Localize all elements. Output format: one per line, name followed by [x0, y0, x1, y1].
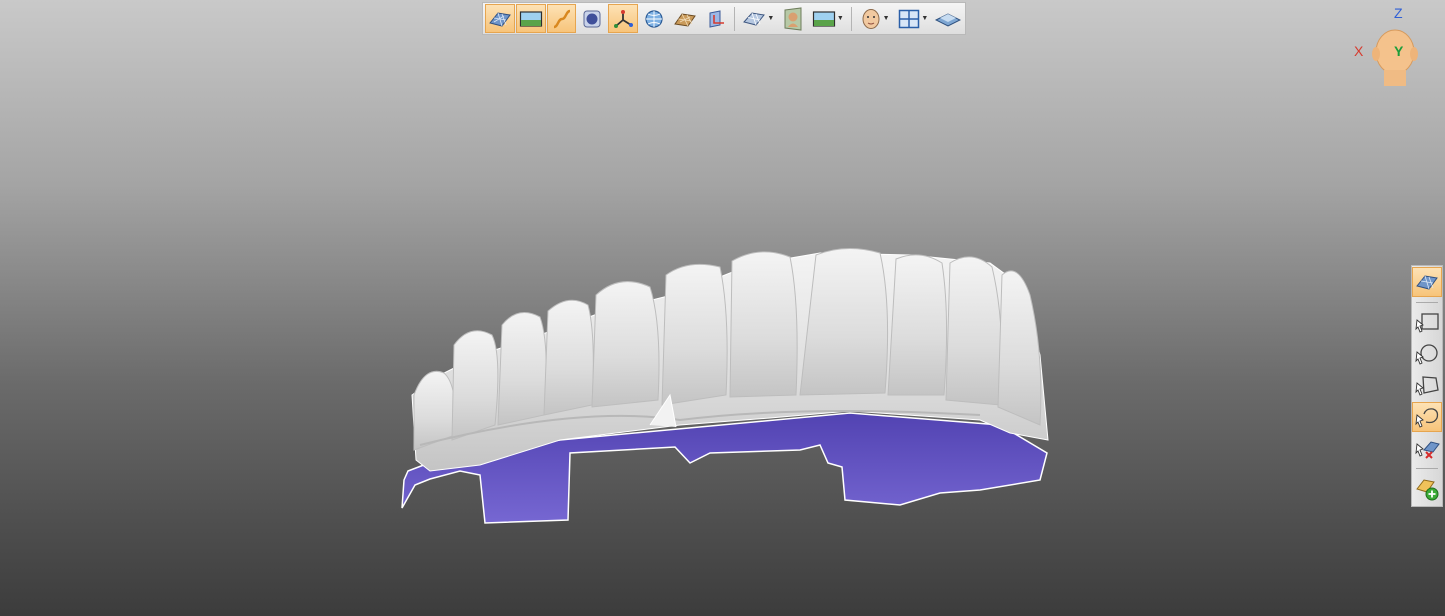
toolbar-separator: [1416, 468, 1438, 470]
layout-split-icon: [899, 9, 920, 28]
landscape-texture-icon: [519, 10, 542, 27]
head-view-icon: [784, 6, 802, 31]
chevron-down-icon: ▼: [921, 15, 929, 22]
sphere-icon: [583, 10, 601, 27]
section-plane-icon: [709, 9, 724, 28]
3d-viewport[interactable]: ▼ ▼ ▼ ▼ Z X Y: [0, 0, 1445, 616]
add-object-button[interactable]: [1412, 474, 1442, 504]
view-toolbar: ▼ ▼ ▼ ▼: [482, 2, 966, 35]
clear-selection-icon: [1415, 441, 1440, 459]
toolbar-separator: [1416, 301, 1438, 303]
axis-y-label: Y: [1394, 43, 1404, 59]
toolbar-separator: [734, 6, 736, 31]
chevron-down-icon: ▼: [836, 15, 844, 22]
mesh-model-icon: [489, 11, 511, 27]
globe-icon: [645, 9, 663, 28]
curve-button[interactable]: [546, 4, 577, 33]
head-view-button[interactable]: [778, 4, 808, 33]
add-object-icon: [1416, 479, 1439, 501]
rectangle-select-icon: [1415, 313, 1439, 333]
rectangle-select-button[interactable]: [1412, 308, 1442, 338]
texture-button[interactable]: [515, 4, 546, 33]
axis-z-label: Z: [1394, 5, 1403, 21]
polygon-select-button[interactable]: [1412, 371, 1442, 401]
curve-icon: [553, 9, 570, 28]
axis-x-label: X: [1354, 43, 1364, 59]
mesh-select-button[interactable]: [1412, 267, 1442, 297]
render-mode-button[interactable]: ▼: [739, 4, 777, 33]
lasso-select-icon: [1415, 408, 1439, 428]
layer-plane-icon: [935, 12, 962, 27]
polygon-select-icon: [1415, 376, 1439, 397]
render-mode-icon: [743, 11, 766, 26]
background-image-button[interactable]: ▼: [809, 4, 847, 33]
face-icon: [862, 8, 880, 29]
lasso-select-button[interactable]: [1412, 402, 1442, 432]
circle-select-icon: [1415, 344, 1438, 365]
clear-selection-button[interactable]: [1412, 434, 1442, 464]
mesh-select-icon: [1416, 275, 1438, 290]
axes-icon: [614, 9, 634, 28]
sphere-button[interactable]: [577, 4, 607, 33]
background-image-icon: [812, 10, 835, 27]
circle-select-button[interactable]: [1412, 339, 1442, 369]
dental-arch-model[interactable]: [380, 235, 1070, 535]
chevron-down-icon: ▼: [882, 15, 890, 22]
selection-toolbar: [1411, 265, 1443, 507]
orientation-gizmo[interactable]: Z X Y: [1348, 4, 1428, 88]
mesh-grid-button[interactable]: [670, 4, 700, 33]
chevron-down-icon: ▼: [767, 15, 775, 22]
section-plane-button[interactable]: [701, 4, 731, 33]
mesh-grid-icon: [673, 12, 696, 27]
mesh-model-button[interactable]: [485, 4, 515, 33]
face-view-button[interactable]: ▼: [856, 4, 894, 33]
layout-split-button[interactable]: ▼: [894, 4, 932, 33]
axes-button[interactable]: [608, 4, 639, 33]
toolbar-separator: [850, 6, 852, 31]
layer-plane-button[interactable]: [933, 4, 963, 33]
globe-button[interactable]: [639, 4, 669, 33]
